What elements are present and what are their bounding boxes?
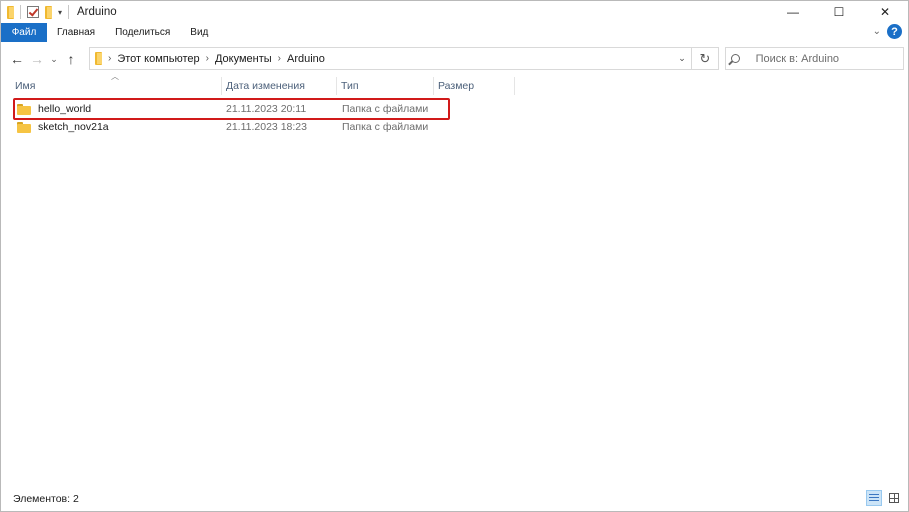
column-headers: Имя Дата изменения Тип Размер — [1, 77, 908, 95]
search-input[interactable] — [755, 52, 903, 65]
toolbar-divider — [68, 5, 70, 19]
window-controls: — ☐ ✕ — [770, 1, 908, 23]
folder-icon — [95, 52, 102, 65]
tab-file[interactable]: Файл — [1, 23, 47, 42]
folder-icon — [7, 5, 14, 19]
window-title: Arduino — [77, 6, 117, 18]
new-folder-icon[interactable] — [45, 5, 52, 19]
breadcrumb-this-pc[interactable]: Этот компьютер — [117, 53, 199, 65]
tab-home[interactable]: Главная — [47, 23, 105, 42]
tab-share[interactable]: Поделиться — [105, 23, 180, 42]
close-button[interactable]: ✕ — [862, 1, 908, 23]
customize-toolbar-icon[interactable]: ▾ — [58, 8, 62, 17]
column-name[interactable]: Имя — [11, 77, 221, 95]
address-bar[interactable]: › Этот компьютер › Документы › Arduino ⌄… — [89, 47, 719, 70]
refresh-icon[interactable]: ↻ — [691, 48, 718, 69]
highlight-box — [13, 98, 450, 120]
search-box[interactable] — [725, 47, 904, 70]
details-view-button[interactable] — [866, 490, 882, 506]
address-history-icon[interactable]: ⌄ — [674, 48, 690, 69]
breadcrumb-arduino[interactable]: Arduino — [287, 53, 325, 65]
view-switcher — [866, 490, 902, 506]
column-type[interactable]: Тип — [337, 77, 433, 95]
column-size[interactable]: Размер — [434, 77, 514, 95]
minimize-button[interactable]: — — [770, 1, 816, 23]
explorer-window: ▾ Arduino — ☐ ✕ Файл Главная Поделиться … — [0, 0, 909, 512]
navigation-bar: ← → ⌄ ↑ › Этот компьютер › Документы › A… — [1, 45, 908, 73]
column-date-modified[interactable]: Дата изменения — [222, 77, 336, 95]
details-view-icon — [869, 493, 879, 503]
toolbar-divider — [20, 5, 21, 19]
file-date: 21.11.2023 18:23 — [226, 121, 307, 133]
help-icon[interactable]: ? — [887, 24, 902, 39]
chevron-right-icon[interactable]: › — [108, 53, 111, 64]
file-row-sketch-nov21a[interactable]: sketch_nov21a 21.11.2023 18:23 Папка с ф… — [13, 118, 443, 136]
title-bar: ▾ Arduino — ☐ ✕ — [1, 1, 908, 23]
expand-ribbon-icon[interactable]: ⌄ — [873, 26, 881, 37]
file-name[interactable]: sketch_nov21a — [38, 121, 109, 133]
maximize-button[interactable]: ☐ — [816, 1, 862, 23]
forward-button[interactable]: → — [27, 48, 47, 70]
column-divider[interactable] — [514, 77, 515, 95]
large-icons-view-icon — [889, 493, 899, 503]
search-icon — [726, 48, 746, 69]
ribbon-tabs: Файл Главная Поделиться Вид ⌄ ? — [1, 23, 908, 42]
chevron-right-icon[interactable]: › — [278, 53, 281, 64]
file-type: Папка с файлами — [342, 121, 429, 133]
quick-access-toolbar: ▾ — [1, 5, 70, 19]
recent-locations-button[interactable]: ⌄ — [47, 48, 61, 70]
back-button[interactable]: ← — [7, 48, 27, 70]
breadcrumb-documents[interactable]: Документы — [215, 53, 272, 65]
status-item-count: Элементов: 2 — [13, 493, 79, 505]
folder-icon — [17, 121, 31, 133]
large-icons-view-button[interactable] — [886, 490, 902, 506]
chevron-right-icon[interactable]: › — [206, 53, 209, 64]
tab-view[interactable]: Вид — [180, 23, 218, 42]
up-button[interactable]: ↑ — [61, 48, 81, 70]
properties-icon[interactable] — [27, 6, 39, 18]
